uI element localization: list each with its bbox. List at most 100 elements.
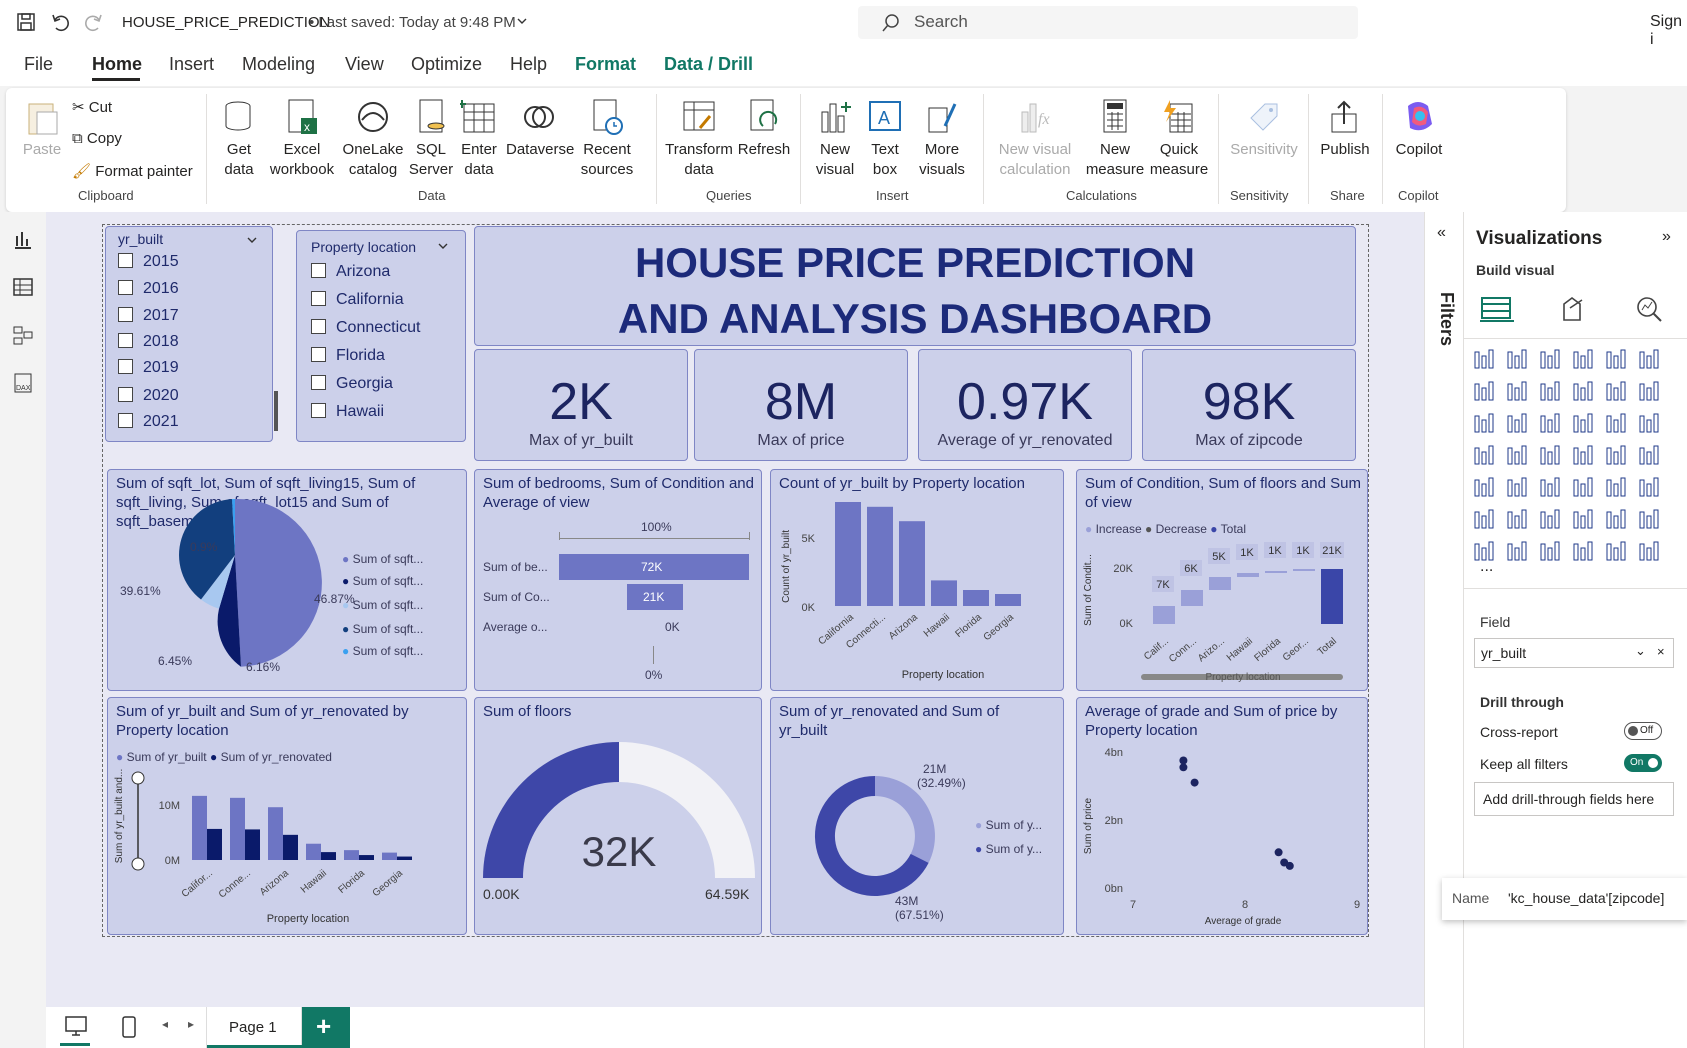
line-chart-icon[interactable] <box>1472 380 1498 406</box>
pie-icon[interactable] <box>1604 412 1630 438</box>
search-box[interactable]: Search <box>858 6 1358 39</box>
chevron-right-icon[interactable]: » <box>1662 228 1671 246</box>
new-measure-button[interactable]: New measure <box>1080 98 1150 180</box>
power-automate-icon[interactable] <box>1571 540 1597 566</box>
chevron-left-icon[interactable]: ◂ <box>162 1017 168 1031</box>
filters-pane-collapsed[interactable]: « Filters <box>1424 212 1464 1048</box>
slicer-option[interactable]: 2015 <box>118 253 179 271</box>
chevron-left-icon[interactable]: « <box>1437 224 1446 242</box>
scatter-chart-card[interactable]: Average of grade and Sum of price by Pro… <box>1076 697 1368 935</box>
save-icon[interactable] <box>16 12 36 32</box>
kpi-card[interactable]: 2K Max of yr_built <box>474 349 688 461</box>
sign-in-link[interactable]: Sign i <box>1650 13 1687 49</box>
100-area-icon[interactable] <box>1571 380 1597 406</box>
clustered-bar-chart-card[interactable]: Sum of yr_built and Sum of yr_renovated … <box>107 697 467 935</box>
checkbox[interactable] <box>118 333 133 348</box>
checkbox[interactable] <box>118 413 133 428</box>
chevron-down-icon[interactable]: ⌄ <box>1635 643 1646 659</box>
checkbox[interactable] <box>118 253 133 268</box>
line-clustered-icon[interactable] <box>1637 380 1663 406</box>
waterfall-chart-card[interactable]: Sum of Condition, Sum of floors and Sum … <box>1076 469 1368 691</box>
dax-query-icon[interactable]: DAX <box>12 372 34 394</box>
slicer-option[interactable]: 2017 <box>118 307 179 325</box>
goals-icon[interactable] <box>1637 508 1663 534</box>
format-visual-icon[interactable] <box>1558 294 1588 324</box>
filled-map-icon[interactable] <box>1538 444 1564 470</box>
legend-item[interactable]: ● Sum of sqft... <box>342 622 423 636</box>
card-icon[interactable] <box>1637 444 1663 470</box>
cross-report-toggle[interactable]: Off <box>1624 722 1662 740</box>
power-apps-icon[interactable] <box>1538 540 1564 566</box>
azure-map-icon[interactable] <box>1571 444 1597 470</box>
new-visual-calculation-button[interactable]: fx New visual calculation <box>992 98 1078 180</box>
legend-item[interactable]: ● Sum of sqft... <box>342 644 423 658</box>
add-page-button[interactable]: + <box>302 1007 350 1048</box>
kpi-icon[interactable] <box>1505 476 1531 502</box>
slicer-option[interactable]: 2021 <box>118 413 179 431</box>
map-icon[interactable] <box>1505 444 1531 470</box>
chevron-down-icon[interactable] <box>516 16 528 26</box>
slicer-option[interactable]: 2016 <box>118 280 179 298</box>
redo-icon[interactable] <box>84 12 104 32</box>
excel-workbook-button[interactable]: x Excel workbook <box>266 98 338 180</box>
paste-button[interactable]: Paste <box>18 98 66 160</box>
menu-optimize[interactable]: Optimize <box>411 54 482 75</box>
checkbox[interactable] <box>118 280 133 295</box>
refresh-button[interactable]: Refresh <box>736 98 792 160</box>
menu-data-drill[interactable]: Data / Drill <box>664 54 753 75</box>
slicer-option[interactable]: Hawaii <box>311 403 384 421</box>
slicer-option[interactable]: Florida <box>311 347 385 365</box>
donut-icon[interactable] <box>1637 412 1663 438</box>
slicer-option[interactable]: Arizona <box>311 263 390 281</box>
count-bar-chart-card[interactable]: Count of yr_built by Property location C… <box>770 469 1064 691</box>
analytics-icon[interactable] <box>1634 294 1664 324</box>
slicer-option[interactable]: Georgia <box>311 375 393 393</box>
key-influencers-icon[interactable] <box>1505 508 1531 534</box>
matrix-icon[interactable] <box>1604 476 1630 502</box>
checkbox[interactable] <box>311 347 326 362</box>
more-chevron-icon[interactable] <box>1637 540 1663 566</box>
slicer-option[interactable]: 2020 <box>118 387 179 405</box>
menu-view[interactable]: View <box>345 54 384 75</box>
undo-icon[interactable] <box>50 12 70 32</box>
slicer-option[interactable]: California <box>311 291 404 309</box>
chevron-down-icon[interactable] <box>246 235 258 245</box>
build-visual-icon[interactable] <box>1480 294 1514 322</box>
paginated-report-icon[interactable] <box>1604 508 1630 534</box>
menu-help[interactable]: Help <box>510 54 547 75</box>
kpi-card[interactable]: 98K Max of zipcode <box>1142 349 1356 461</box>
report-view-icon[interactable] <box>12 228 34 250</box>
ribbon-chart-icon[interactable] <box>1472 412 1498 438</box>
legend-item[interactable]: ● Sum of sqft... <box>342 574 423 588</box>
slicer-option[interactable]: Connecticut <box>311 319 421 337</box>
more-icon[interactable]: ... <box>1480 558 1493 576</box>
clustered-bar-icon[interactable] <box>1538 348 1564 374</box>
copy-button[interactable]: ⧉ Copy <box>72 130 122 147</box>
sql-server-button[interactable]: SQL Server <box>408 98 454 180</box>
table-icon[interactable] <box>1571 476 1597 502</box>
quick-measure-button[interactable]: Quick measure <box>1148 98 1210 180</box>
chevron-down-icon[interactable] <box>437 241 449 251</box>
slicer-property-location[interactable]: Property location Arizona California Con… <box>296 230 466 442</box>
copilot-button[interactable]: Copilot <box>1390 98 1448 160</box>
slicer-yr-built[interactable]: yr_built 2015 2016 2017 2018 2019 2020 2… <box>105 226 278 442</box>
sensitivity-button[interactable]: Sensitivity <box>1224 98 1304 160</box>
menu-modeling[interactable]: Modeling <box>242 54 315 75</box>
keep-filters-toggle[interactable]: On <box>1624 754 1662 772</box>
transform-data-button[interactable]: Transform data <box>664 98 734 180</box>
menu-file[interactable]: File <box>24 54 53 75</box>
slicer-icon[interactable] <box>1538 476 1564 502</box>
100-column-icon[interactable] <box>1637 348 1663 374</box>
multi-row-card-icon[interactable] <box>1472 476 1498 502</box>
field-well-yr-built[interactable]: yr_built ⌄ × <box>1474 638 1674 668</box>
checkbox[interactable] <box>311 263 326 278</box>
slicer-option[interactable]: 2019 <box>118 359 179 377</box>
area-chart-icon[interactable] <box>1505 380 1531 406</box>
legend-item[interactable]: ● Sum of y... <box>975 818 1042 832</box>
cut-button[interactable]: ✂ Cut <box>72 98 112 116</box>
enter-data-button[interactable]: Enter data <box>456 98 502 180</box>
scatter-icon[interactable] <box>1571 412 1597 438</box>
gauge-icon[interactable] <box>1604 444 1630 470</box>
checkbox[interactable] <box>311 319 326 334</box>
model-view-icon[interactable] <box>12 324 34 346</box>
